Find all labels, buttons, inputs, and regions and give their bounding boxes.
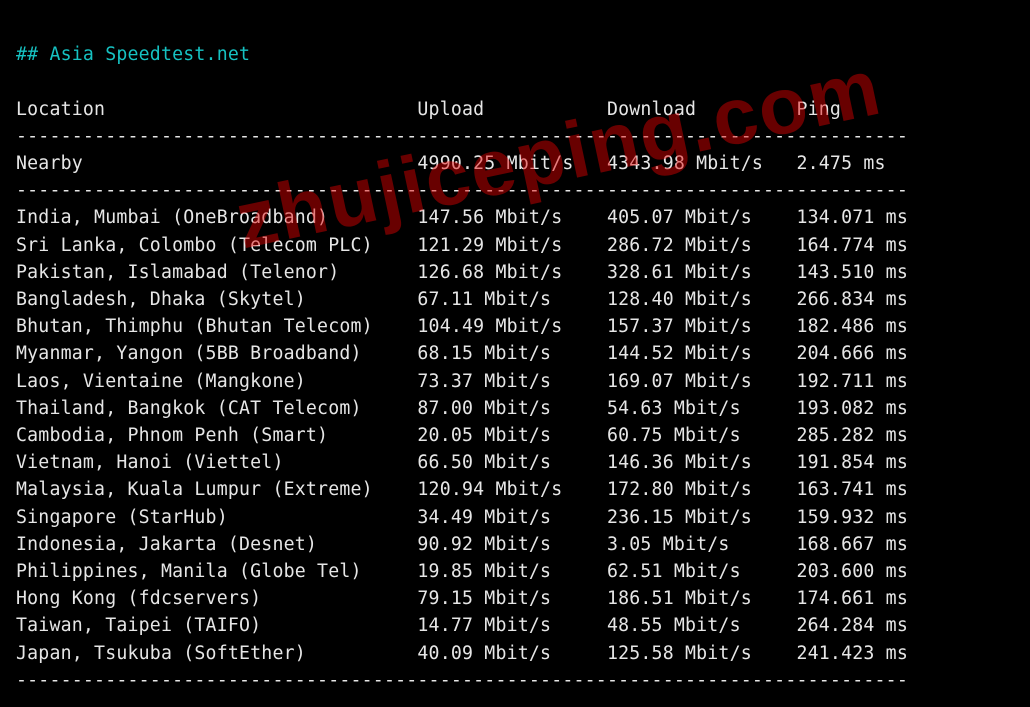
section-title: ## Asia Speedtest.net [16,44,250,65]
nearby-row: Nearby 4990.25 Mbit/s 4343.98 Mbit/s 2.4… [16,153,886,174]
divider: ----------------------------------------… [16,180,908,201]
divider: ----------------------------------------… [16,670,908,691]
divider: ----------------------------------------… [16,126,908,147]
data-rows: India, Mumbai (OneBroadband) 147.56 Mbit… [16,207,908,663]
header-row: Location Upload Download Ping [16,99,841,120]
terminal-output: ## Asia Speedtest.net Location Upload Do… [0,0,1030,707]
